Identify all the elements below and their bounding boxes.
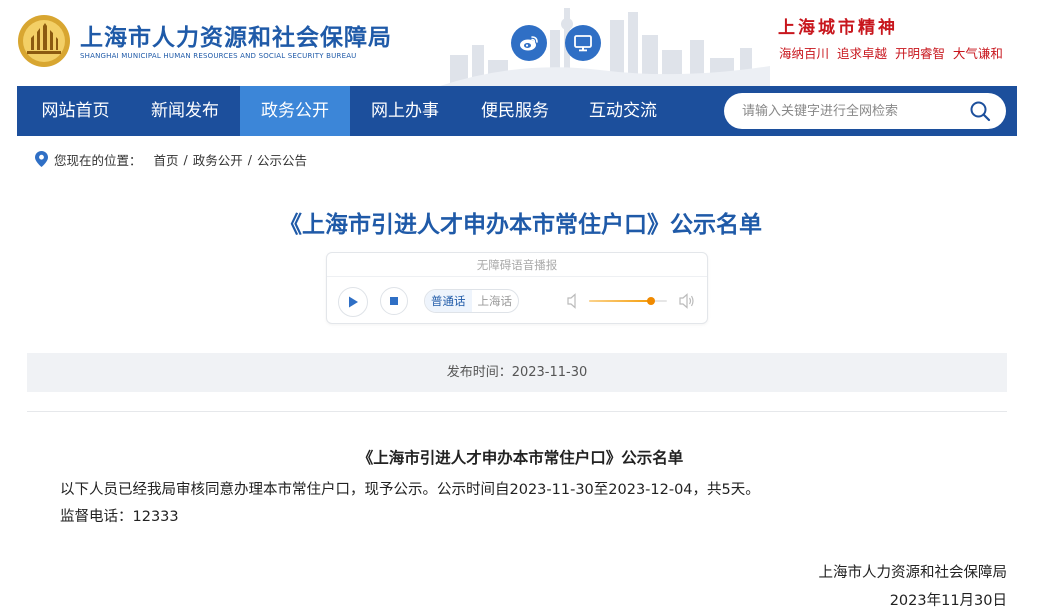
location-pin-icon [35, 151, 48, 167]
language-mandarin[interactable]: 普通话 [425, 290, 472, 312]
breadcrumb-separator: / [183, 151, 188, 167]
stop-icon [390, 297, 398, 305]
divider [27, 411, 1007, 412]
nav-item-government-affairs[interactable]: 政务公开 [240, 86, 350, 136]
breadcrumb-separator: / [247, 151, 252, 167]
volume-high-icon[interactable] [679, 293, 695, 309]
weibo-button[interactable] [511, 25, 547, 61]
weibo-icon [520, 36, 538, 51]
breadcrumb-government-affairs[interactable]: 政务公开 [193, 150, 243, 169]
stop-button[interactable] [380, 287, 408, 315]
volume-fill [589, 300, 652, 302]
publish-time: 发布时间：2023-11-30 [27, 353, 1007, 392]
language-toggle: 普通话 上海话 [424, 289, 519, 313]
language-shanghainese[interactable]: 上海话 [472, 290, 519, 312]
nav-item-news[interactable]: 新闻发布 [130, 86, 240, 136]
play-button[interactable] [338, 287, 368, 317]
volume-knob[interactable] [647, 297, 656, 305]
volume-slider[interactable] [589, 297, 667, 305]
player-title: 无障碍语音播报 [327, 253, 707, 277]
search-input[interactable] [742, 93, 962, 129]
breadcrumb: 您现在的位置： 首页 / 政务公开 / 公示公告 [35, 150, 307, 168]
mobile-version-button[interactable] [565, 25, 601, 61]
signature-organization: 上海市人力资源和社会保障局 [818, 565, 1008, 581]
search-icon[interactable] [969, 100, 991, 122]
signature-date: 2023年11月30日 [889, 593, 1007, 609]
shanghai-emblem-logo[interactable] [17, 14, 71, 68]
content-paragraph: 以下人员已经我局审核同意办理本市常住户口，现予公示。公示时间自2023-11-3… [60, 482, 760, 498]
content-paragraph: 监督电话：12333 [60, 509, 179, 525]
city-spirit-title: 上海城市精神 [778, 18, 898, 38]
nav-item-online-services[interactable]: 网上办事 [350, 86, 460, 136]
content-title: 《上海市引进人才申办本市常住户口》公示名单 [357, 449, 684, 467]
audio-player: 无障碍语音播报 普通话 上海话 [326, 252, 708, 324]
main-nav: 网站首页 新闻发布 政务公开 网上办事 便民服务 互动交流 [17, 86, 1017, 136]
city-skyline-decoration [440, 8, 770, 86]
site-header: 上海市人力资源和社会保障局 SHANGHAI MUNICIPAL HUMAN R… [0, 0, 1061, 86]
monitor-icon [574, 35, 592, 52]
volume-low-icon[interactable] [567, 293, 581, 309]
site-title[interactable]: 上海市人力资源和社会保障局 [80, 18, 392, 52]
nav-item-public-services[interactable]: 便民服务 [460, 86, 570, 136]
page-title: 《上海市引进人才申办本市常住户口》公示名单 [279, 212, 762, 238]
breadcrumb-label: 您现在的位置： [54, 152, 142, 168]
nav-item-interaction[interactable]: 互动交流 [570, 86, 676, 136]
play-icon [349, 296, 358, 308]
nav-item-home[interactable]: 网站首页 [17, 86, 134, 136]
breadcrumb-home[interactable]: 首页 [154, 150, 179, 169]
search-box [724, 93, 1006, 129]
city-spirit-text: 海纳百川 追求卓越 开明睿智 大气谦和 [779, 46, 1003, 61]
site-subtitle: SHANGHAI MUNICIPAL HUMAN RESOURCES AND S… [80, 52, 357, 60]
breadcrumb-announcements[interactable]: 公示公告 [257, 150, 307, 169]
